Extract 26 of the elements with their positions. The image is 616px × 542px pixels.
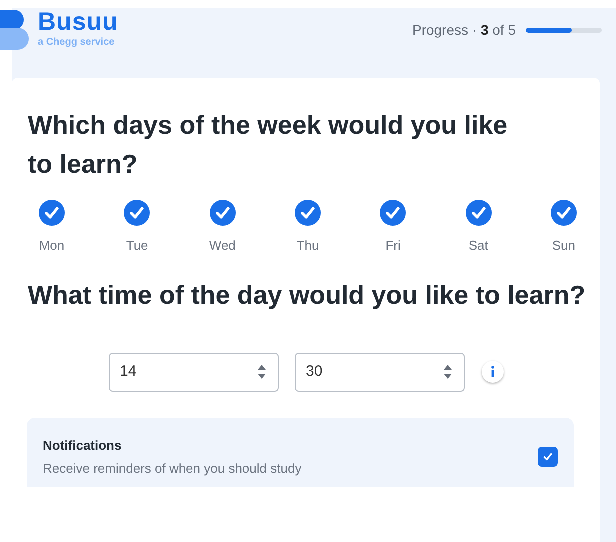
question-heading: What time of the day would you like to learn? [28, 278, 586, 312]
notifications-checkbox[interactable] [538, 447, 558, 467]
progress-text: Progress · 3 of 5 [412, 21, 516, 40]
notifications-description: Receive reminders of when you should study [43, 460, 302, 478]
day-checkbox[interactable] [466, 200, 492, 226]
day-checkbox[interactable] [380, 200, 406, 226]
day-checkbox[interactable] [124, 200, 150, 226]
day-checkbox[interactable] [39, 200, 65, 226]
notifications-title: Notifications [43, 436, 123, 454]
day-checkbox[interactable] [210, 200, 236, 226]
day-label: Sat [468, 237, 488, 255]
brand-name: Busuu [38, 10, 118, 35]
minute-select[interactable]: 30 [295, 352, 465, 392]
day-label: Wed [209, 237, 236, 255]
spinner-arrows-icon [444, 365, 452, 379]
brand-tagline: a Chegg service [38, 36, 116, 50]
day-label: Sun [552, 237, 576, 255]
spinner-arrows-icon [258, 365, 266, 379]
day-label: Mon [39, 237, 65, 255]
hour-select[interactable]: 14 [109, 352, 279, 392]
day-label: Fri [386, 237, 401, 255]
day-checkbox[interactable] [550, 200, 577, 226]
day-label: Thu [296, 237, 320, 255]
question-heading: Which days of the week would you like to learn? [28, 109, 509, 181]
day-checkbox[interactable] [294, 200, 321, 226]
day-label: Tue [126, 237, 148, 255]
